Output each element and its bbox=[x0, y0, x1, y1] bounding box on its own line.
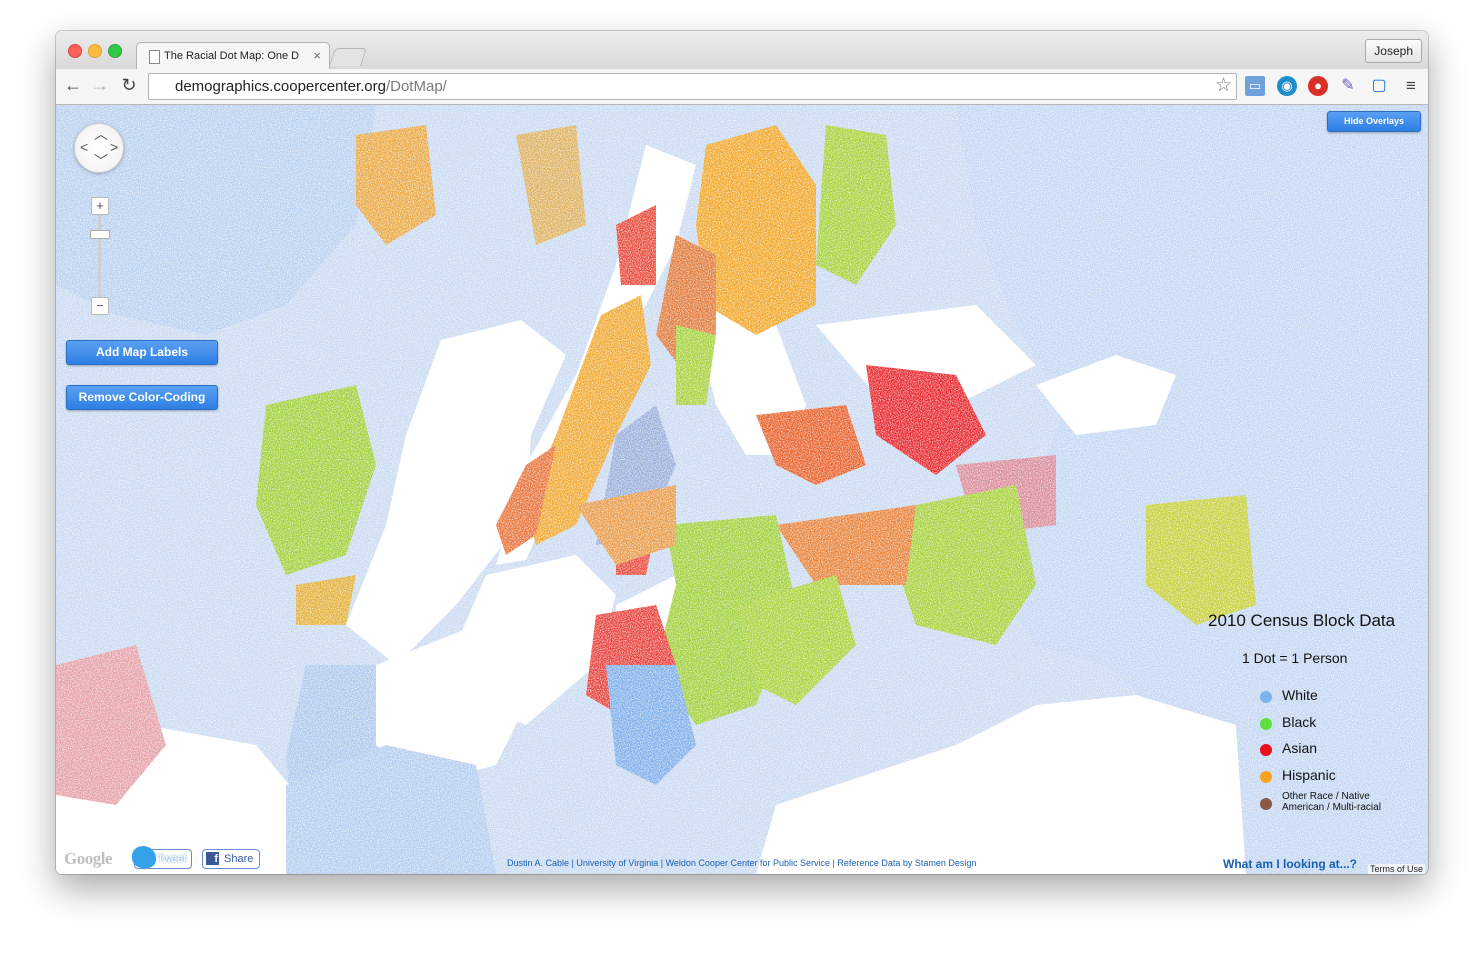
legend-label: Black bbox=[1282, 714, 1317, 730]
url-path: /DotMap/ bbox=[385, 78, 447, 95]
tab-close-icon[interactable]: × bbox=[313, 48, 321, 63]
legend-swatch bbox=[1260, 718, 1272, 730]
add-map-labels-button[interactable]: Add Map Labels bbox=[66, 340, 218, 365]
extension-adblock-icon[interactable]: ● bbox=[1308, 76, 1328, 96]
legend-label: Other Race / Native American / Multi-rac… bbox=[1282, 791, 1381, 813]
browser-toolbar: ← → ↻ demographics.coopercenter.org/DotM… bbox=[56, 69, 1428, 105]
minimize-window-button[interactable] bbox=[88, 44, 102, 58]
tab-title: The Racial Dot Map: One D bbox=[164, 50, 300, 62]
zoom-slider-handle[interactable] bbox=[90, 230, 110, 239]
forward-arrow-icon[interactable]: → bbox=[88, 73, 112, 97]
maximize-window-button[interactable] bbox=[108, 44, 122, 58]
facebook-share-button[interactable]: f Share bbox=[202, 849, 260, 869]
reload-icon[interactable]: ↻ bbox=[117, 73, 141, 97]
google-logo: Google bbox=[64, 849, 113, 868]
legend-swatch bbox=[1260, 798, 1272, 810]
terms-of-use-link[interactable]: Terms of Use bbox=[1367, 864, 1425, 874]
extension-cast-icon[interactable]: ▭ bbox=[1245, 76, 1265, 96]
extension-eye-icon[interactable]: ◉ bbox=[1277, 76, 1297, 96]
chrome-menu-icon[interactable]: ≡ bbox=[1401, 76, 1421, 96]
map-legend: 2010 Census Block Data 1 Dot = 1 Person … bbox=[1196, 608, 1422, 848]
share-label: Share bbox=[224, 853, 254, 865]
legend-swatch bbox=[1260, 744, 1272, 756]
legend-label: White bbox=[1282, 687, 1318, 703]
bookmark-star-icon[interactable]: ☆ bbox=[1215, 75, 1232, 97]
pan-up-icon[interactable]: ︿ bbox=[94, 127, 108, 141]
legend-swatch bbox=[1260, 771, 1272, 783]
legend-entry: Other Race / Native American / Multi-rac… bbox=[1260, 791, 1410, 815]
zoom-out-button[interactable]: − bbox=[91, 297, 109, 315]
url-host: demographics.coopercenter.org bbox=[175, 78, 386, 95]
extension-screenshot-icon[interactable]: ▢ bbox=[1369, 76, 1389, 96]
legend-subtitle: 1 Dot = 1 Person bbox=[1242, 650, 1348, 666]
facebook-icon: f bbox=[206, 852, 219, 865]
page-icon bbox=[149, 50, 160, 64]
dot-map[interactable]: ︿ < > ﹀ + − Add Map Labels Remove Color-… bbox=[56, 105, 1428, 874]
profile-button[interactable]: Joseph bbox=[1365, 39, 1422, 63]
pan-left-icon[interactable]: < bbox=[80, 140, 88, 154]
pan-control[interactable]: ︿ < > ﹀ bbox=[74, 123, 124, 173]
zoom-in-button[interactable]: + bbox=[91, 197, 109, 215]
new-tab-button[interactable] bbox=[329, 48, 367, 66]
zoom-slider-track[interactable] bbox=[98, 215, 101, 303]
tweet-button[interactable]: Tweet bbox=[132, 846, 192, 869]
pan-right-icon[interactable]: > bbox=[110, 140, 118, 154]
pan-down-icon[interactable]: ﹀ bbox=[94, 154, 108, 168]
browser-tab[interactable]: The Racial Dot Map: One D × bbox=[136, 42, 330, 70]
legend-title: 2010 Census Block Data bbox=[1208, 611, 1396, 630]
back-arrow-icon[interactable]: ← bbox=[61, 73, 85, 97]
legend-swatch bbox=[1260, 691, 1272, 703]
twitter-bird-icon bbox=[132, 846, 156, 868]
legend-label: Asian bbox=[1282, 740, 1318, 756]
address-bar[interactable]: demographics.coopercenter.org/DotMap/ ☆ bbox=[148, 73, 1237, 100]
what-am-i-looking-at-link[interactable]: What am I looking at...? bbox=[1223, 857, 1357, 871]
tweet-label: Tweet bbox=[157, 853, 187, 865]
legend-label: Hispanic bbox=[1282, 767, 1336, 783]
browser-window: The Racial Dot Map: One D × Joseph ← → ↻… bbox=[56, 31, 1428, 874]
title-bar: The Racial Dot Map: One D × Joseph bbox=[56, 31, 1428, 70]
close-window-button[interactable] bbox=[68, 44, 82, 58]
credits-links[interactable]: Dustin A. Cable | University of Virginia… bbox=[507, 858, 976, 868]
remove-color-coding-button[interactable]: Remove Color-Coding bbox=[66, 385, 218, 410]
hide-overlays-button[interactable]: Hide Overlays bbox=[1327, 111, 1421, 132]
extension-eyedropper-icon[interactable]: ✎ bbox=[1338, 76, 1358, 96]
url-text[interactable]: demographics.coopercenter.org/DotMap/ bbox=[175, 78, 447, 95]
